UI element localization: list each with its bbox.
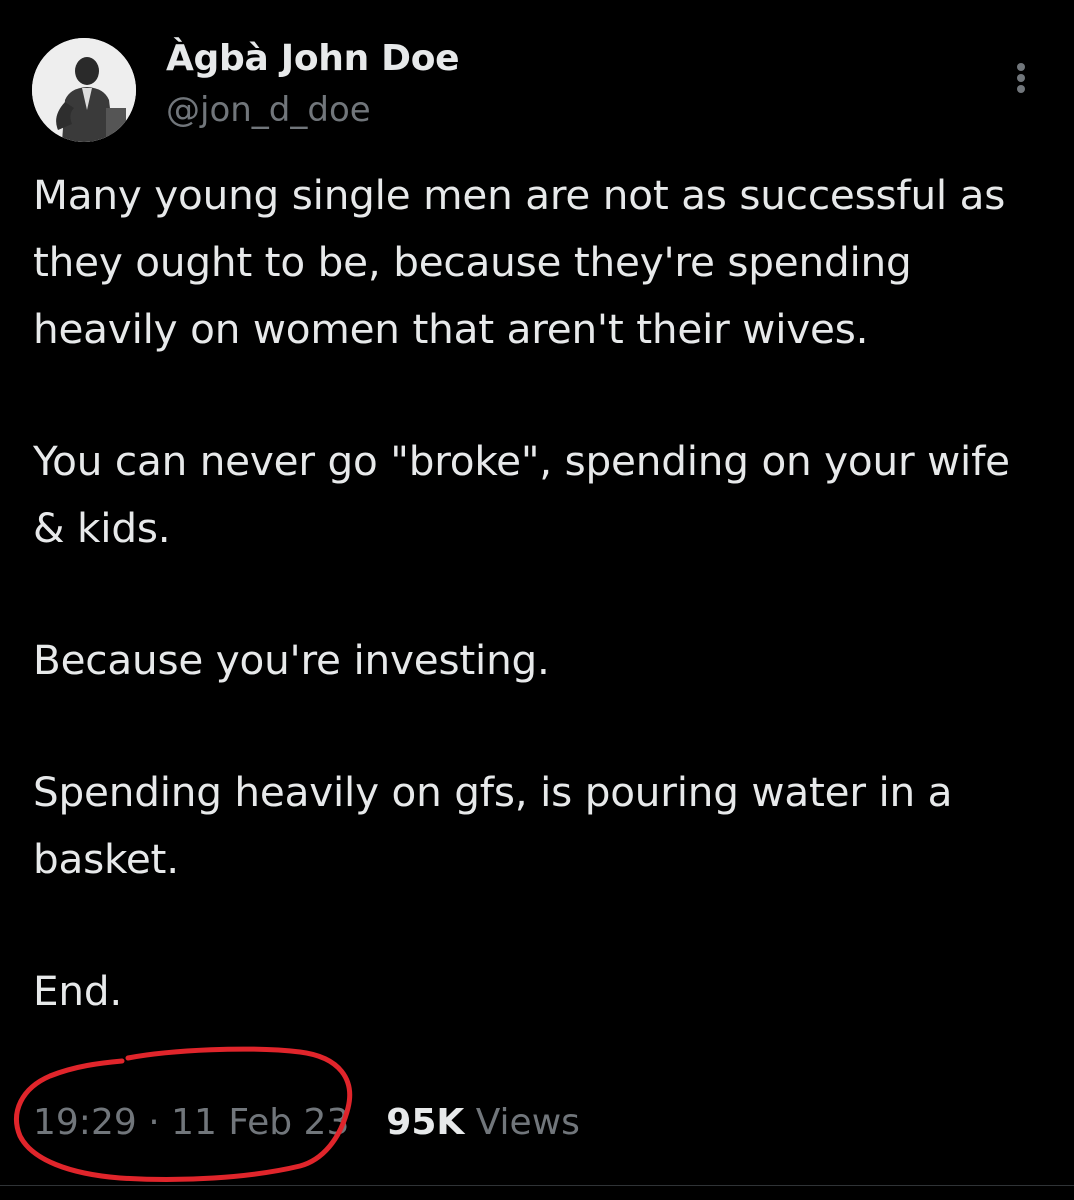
- tweet-paragraph: Many young single men are not as success…: [33, 171, 1006, 353]
- tweet-text: Many young single men are not as success…: [33, 162, 1043, 1025]
- views-count: 95K: [386, 1102, 465, 1143]
- views-label: Views: [475, 1102, 580, 1143]
- tweet-paragraph: You can never go "broke", spending on yo…: [33, 437, 1010, 552]
- user-handle[interactable]: @jon_d_doe: [166, 90, 371, 130]
- meta-separator: ·: [148, 1102, 160, 1143]
- tweet-meta: 19:29 · 11 Feb 23 95K Views: [33, 1102, 580, 1143]
- tweet-paragraph: Because you're investing.: [33, 636, 550, 684]
- tweet-time[interactable]: 19:29: [33, 1102, 137, 1143]
- tweet: Àgbà John Doe @jon_d_doe Many young sing…: [0, 0, 1074, 1200]
- avatar-photo: [32, 38, 136, 142]
- avatar[interactable]: [32, 38, 136, 142]
- tweet-date[interactable]: 11 Feb 23: [171, 1102, 349, 1143]
- tweet-paragraph: End.: [33, 967, 123, 1015]
- divider: [0, 1185, 1074, 1186]
- display-name[interactable]: Àgbà John Doe: [166, 38, 460, 79]
- more-options-button[interactable]: [1002, 56, 1042, 100]
- tweet-paragraph: Spending heavily on gfs, is pouring wate…: [33, 768, 953, 883]
